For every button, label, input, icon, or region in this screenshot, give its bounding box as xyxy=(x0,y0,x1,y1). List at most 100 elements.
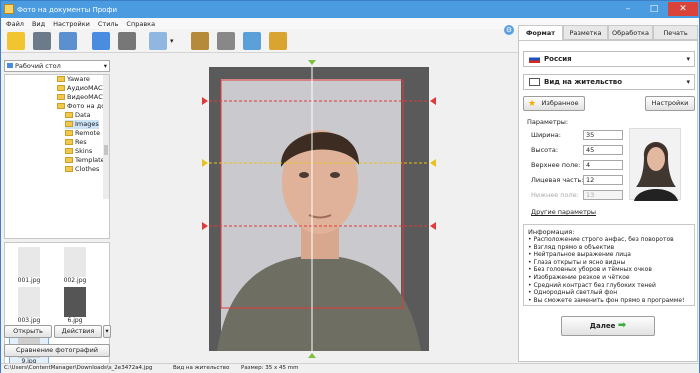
arrow-right-icon: ➡ xyxy=(617,320,627,331)
info-item: • Вы сможете заменить фон прямо в програ… xyxy=(528,296,685,304)
thumbnail-item[interactable]: 003.jpg xyxy=(13,287,45,324)
param-bottom-margin-label: Нижнее поле: xyxy=(531,191,579,199)
close-button[interactable]: ✕ xyxy=(668,2,698,16)
other-params-link[interactable]: Другие параметры xyxy=(531,208,596,216)
top-handle-icon[interactable] xyxy=(308,60,316,65)
folder-select[interactable]: Рабочий стол ▾ xyxy=(4,60,110,72)
actions-button[interactable]: Действия xyxy=(54,325,102,338)
folder-icon xyxy=(65,130,73,136)
thumbnail-item[interactable]: 002.jpg xyxy=(59,247,91,284)
thumbnail-item[interactable]: 6.jpg xyxy=(59,287,91,324)
document-value: Вид на жительство xyxy=(544,78,623,86)
compare-photos-button[interactable]: Сравнение фотографий xyxy=(4,344,110,357)
folder-icon xyxy=(65,157,73,163)
tree-item-selected[interactable]: Images xyxy=(65,120,99,129)
tree-item[interactable]: Template xyxy=(65,156,105,165)
maximize-button[interactable]: □ xyxy=(642,2,666,16)
right-chin-marker-icon[interactable] xyxy=(430,222,436,230)
menu-help[interactable]: Справка xyxy=(126,20,155,28)
sample-portrait xyxy=(634,142,678,201)
menu-style[interactable]: Стиль xyxy=(98,20,119,28)
param-width-input[interactable]: 35 xyxy=(583,130,623,140)
info-item: • Взгляд прямо в объектив xyxy=(528,243,615,251)
tab-processing[interactable]: Обработка xyxy=(608,25,653,40)
film-reel-icon[interactable] xyxy=(217,32,235,50)
save-icon[interactable] xyxy=(33,32,51,50)
param-height-input[interactable]: 45 xyxy=(583,145,623,155)
left-chin-marker-icon[interactable] xyxy=(202,222,208,230)
param-top-margin-input[interactable]: 4 xyxy=(583,160,623,170)
open-folder-icon[interactable] xyxy=(7,32,25,50)
next-button[interactable]: Далее ➡ xyxy=(561,316,655,336)
info-item: • Расположение строго анфас, без поворот… xyxy=(528,236,674,243)
tab-print[interactable]: Печать xyxy=(653,25,698,40)
print-icon[interactable] xyxy=(59,32,77,50)
folder-select-value: Рабочий стол xyxy=(15,62,61,70)
tab-format[interactable]: Формат xyxy=(518,25,563,40)
left-top-marker-icon[interactable] xyxy=(202,97,208,105)
param-height-label: Высота: xyxy=(531,146,559,154)
right-eye-marker-icon[interactable] xyxy=(430,159,436,167)
tree-scrollbar[interactable] xyxy=(103,75,109,199)
folder-icon xyxy=(57,76,65,82)
user-icon[interactable] xyxy=(92,32,110,50)
bottom-handle-icon[interactable] xyxy=(308,353,316,358)
document-select[interactable]: Вид на жительство ▾ xyxy=(523,74,695,90)
tree-item[interactable]: Skins xyxy=(65,147,92,156)
chevron-down-icon[interactable]: ▾ xyxy=(104,61,107,71)
info-heading: Информация: xyxy=(528,228,575,236)
settings-button[interactable]: Настройки xyxy=(645,96,695,111)
actions-dropdown-button[interactable]: ▾ xyxy=(103,325,111,338)
book-icon[interactable] xyxy=(191,32,209,50)
param-face-label: Лицевая часть: xyxy=(531,176,584,184)
scroll-thumb[interactable] xyxy=(104,145,108,155)
folder-tree[interactable]: Yaware АудиоМАСТ ВидеоМАСТ Фото на док D… xyxy=(4,74,110,239)
open-button[interactable]: Открыть xyxy=(4,325,52,338)
param-face-input[interactable]: 12 xyxy=(583,175,623,185)
menu-file[interactable]: Файл xyxy=(6,20,24,28)
window-title: Фото на документы Профи xyxy=(17,5,117,14)
minimize-button[interactable]: – xyxy=(616,2,640,16)
folder-icon xyxy=(65,166,73,172)
param-width-label: Ширина: xyxy=(531,131,561,139)
info-item: • Средний контраст без глубоких теней xyxy=(528,281,656,289)
russia-flag-icon xyxy=(529,55,540,63)
wizard-icon[interactable] xyxy=(269,32,287,50)
settings-gear-icon[interactable]: ⚙ xyxy=(504,25,514,35)
tree-item[interactable]: Data xyxy=(65,111,91,120)
thumbnail-item[interactable]: 001.jpg xyxy=(13,247,45,284)
params-heading: Параметры: xyxy=(527,118,569,126)
menu-view[interactable]: Вид xyxy=(32,20,45,28)
photo-canvas[interactable] xyxy=(114,54,516,363)
folder-icon xyxy=(65,112,73,118)
tree-item[interactable]: Фото на док xyxy=(57,102,109,111)
tree-item[interactable]: Clothes xyxy=(65,165,99,174)
info-item: • Нейтральное выражение лица xyxy=(528,251,631,259)
tree-item[interactable]: Remote xyxy=(65,129,100,138)
desktop-icon xyxy=(7,63,13,68)
right-top-marker-icon[interactable] xyxy=(430,97,436,105)
left-eye-marker-icon[interactable] xyxy=(202,159,208,167)
tree-item[interactable]: ВидеоМАСТ xyxy=(57,93,107,102)
folder-icon xyxy=(57,94,65,100)
tree-item[interactable]: АудиоМАСТ xyxy=(57,84,107,93)
edit-photo-icon[interactable] xyxy=(243,32,261,50)
country-value: Россия xyxy=(544,55,572,63)
tab-markup[interactable]: Разметка xyxy=(563,25,608,40)
chevron-down-icon[interactable]: ▾ xyxy=(686,52,690,66)
camera-icon[interactable] xyxy=(118,32,136,50)
info-box: Информация: • Расположение строго анфас,… xyxy=(523,224,695,306)
menu-settings[interactable]: Настройки xyxy=(53,20,90,28)
tree-item[interactable]: Res xyxy=(65,138,87,147)
status-path: C:\Users\ContentManager\Downloads\s_2e34… xyxy=(4,365,153,371)
monitor-icon[interactable] xyxy=(149,32,167,50)
favorites-button[interactable]: ★ Избранное xyxy=(523,96,585,111)
format-panel: Россия ▾ Вид на жительство ▾ ★ Избранное… xyxy=(518,40,698,362)
tree-item[interactable]: Yaware xyxy=(57,75,90,84)
folder-icon xyxy=(57,103,65,109)
sample-photo xyxy=(629,128,681,201)
dropdown-arrow-icon[interactable]: ▾ xyxy=(170,32,178,50)
folder-icon xyxy=(65,121,73,127)
chevron-down-icon[interactable]: ▾ xyxy=(686,75,690,89)
country-select[interactable]: Россия ▾ xyxy=(523,51,695,67)
